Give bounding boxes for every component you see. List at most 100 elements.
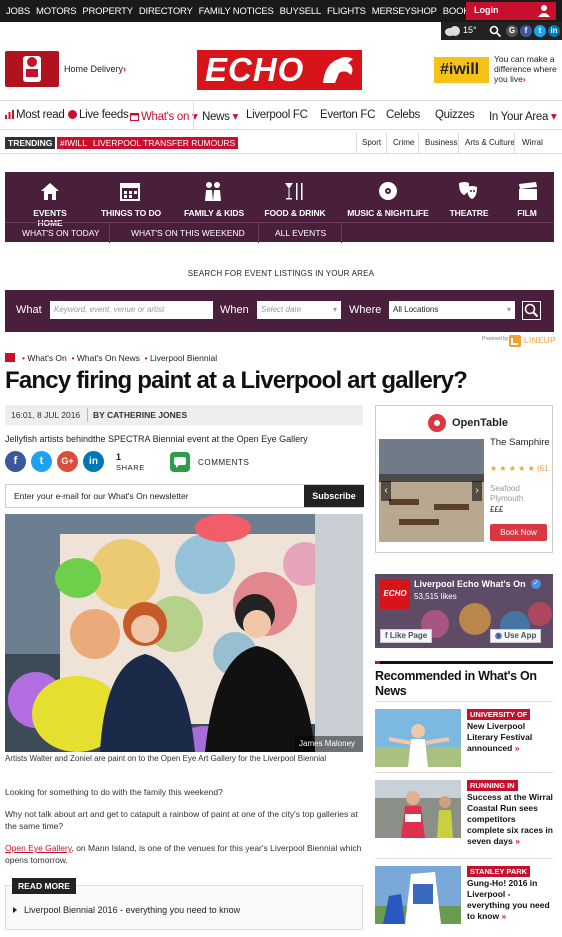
restaurant-rating: ★ ★ ★ ★ ★ (61 [490, 464, 549, 473]
home-delivery-link[interactable]: Home Delivery› [64, 64, 126, 74]
nav-celebs[interactable]: Celebs [386, 109, 420, 121]
quick-link-divider [258, 223, 259, 243]
utility-link-merseyshop[interactable]: MERSEYSHOP [372, 6, 437, 17]
family-kids-link[interactable]: FAMILY & KIDS [178, 208, 250, 218]
nav-live-feeds[interactable]: Live feeds [68, 109, 129, 121]
subnav-sport[interactable]: Sport [362, 138, 381, 147]
open-eye-gallery-link[interactable]: Open Eye Gallery [5, 843, 71, 853]
film-link[interactable]: FILM [507, 208, 547, 218]
where-value: All Locations [393, 305, 439, 314]
breadcrumb-bullet: • [144, 353, 148, 363]
breadcrumb-whats-on-news[interactable]: What's On News [77, 353, 140, 363]
article-byline[interactable]: BY CATHERINE JONES [93, 410, 187, 420]
utility-link-motors[interactable]: MOTORS [36, 6, 77, 17]
nav-whats-on[interactable]: What's on ▾ [130, 109, 198, 123]
google-plus-icon[interactable]: G [506, 25, 518, 37]
chevron-down-icon: ▾ [506, 305, 511, 314]
subnav-wirral[interactable]: Wirral [522, 138, 543, 147]
restaurant-photo[interactable] [379, 439, 484, 542]
utility-link-directory[interactable]: DIRECTORY [139, 6, 193, 17]
utility-link-family-notices[interactable]: FAMILY NOTICES [199, 6, 274, 17]
lineup-logo[interactable]: LINEUP [509, 334, 557, 348]
utility-link-flights[interactable]: FLIGHTS [327, 6, 366, 17]
powered-by-label: Powered by [482, 336, 509, 342]
chevron-right-icon: » [499, 911, 507, 921]
home-delivery-promo-image[interactable] [5, 51, 59, 87]
article-photo[interactable] [5, 514, 363, 752]
search-submit-button[interactable] [522, 301, 541, 320]
nav-quizzes[interactable]: Quizzes [435, 109, 475, 121]
recommended-title-text: Success at the Wirral Coastal Run sees c… [467, 792, 553, 846]
iwill-label: #iwill [440, 61, 480, 78]
echo-logo[interactable]: ECHO [197, 50, 362, 90]
opentable-brand[interactable]: OpenTable [452, 417, 508, 429]
breadcrumb-whats-on[interactable]: What's On [27, 353, 66, 363]
share-linkedin-icon[interactable]: in [83, 451, 104, 472]
twitter-icon[interactable]: t [534, 25, 546, 37]
echo-page-avatar: ECHO [380, 579, 410, 609]
recommended-item[interactable]: UNIVERSITY OF New Liverpool Literary Fes… [375, 709, 555, 769]
share-google-plus-icon[interactable]: G+ [57, 451, 78, 472]
nav-liverpool-fc[interactable]: Liverpool FC [246, 109, 308, 121]
whats-on-this-weekend-link[interactable]: WHAT'S ON THIS WEEKEND [131, 228, 245, 238]
temperature: 15° [463, 25, 477, 35]
restaurant-name[interactable]: The Samphire [490, 437, 550, 448]
whats-on-today-link[interactable]: WHAT'S ON TODAY [22, 228, 100, 238]
trending-tag-transfer-rumours[interactable]: LIVERPOOL TRANSFER RUMOURS [90, 137, 239, 149]
facebook-page-widget[interactable]: ECHO Liverpool Echo What's On ✓ 53,515 l… [375, 574, 553, 648]
search-icon[interactable] [489, 25, 501, 37]
utility-link-jobs[interactable]: JOBS [6, 6, 30, 17]
recommended-tag[interactable]: STANLEY PARK [467, 866, 531, 877]
recommended-item[interactable]: STANLEY PARK Gung-Ho! 2016 in Liverpool … [375, 866, 555, 926]
subscribe-button[interactable]: Subscribe [304, 485, 364, 507]
trending-tag-iwill[interactable]: #IWILL [57, 137, 90, 149]
recommended-tag[interactable]: UNIVERSITY OF [467, 709, 531, 720]
nav-news[interactable]: News ▾ [202, 109, 238, 123]
recommended-tag[interactable]: RUNNING IN [467, 780, 518, 791]
photo-credit: James Maloney [299, 739, 356, 748]
newsletter-email-input[interactable]: Enter your e-mail for our What's On news… [14, 491, 189, 501]
like-page-button[interactable]: f Like Page [380, 629, 433, 643]
food-drink-link[interactable]: FOOD & DRINK [258, 208, 332, 218]
subnav-crime[interactable]: Crime [393, 138, 414, 147]
carousel-next-button[interactable]: › [472, 481, 482, 501]
things-to-do-link[interactable]: THINGS TO DO [98, 208, 164, 218]
breadcrumb-liverpool-biennial[interactable]: Liverpool Biennial [150, 353, 217, 363]
music-nightlife-link[interactable]: MUSIC & NIGHTLIFE [342, 208, 434, 218]
nav-most-read[interactable]: Most read [5, 109, 65, 121]
subnav-arts-culture[interactable]: Arts & Culture [465, 138, 515, 147]
linkedin-icon[interactable]: in [548, 25, 560, 37]
home-icon[interactable] [5, 353, 15, 362]
comments-icon[interactable] [170, 452, 190, 472]
utility-link-buysell[interactable]: BUYSELL [280, 6, 322, 17]
when-date-select[interactable]: Select date ▾ [257, 301, 341, 319]
nav-in-your-area[interactable]: In Your Area ▾ [489, 109, 557, 123]
carousel-prev-button[interactable]: ‹ [381, 481, 391, 501]
triangle-right-icon [13, 907, 17, 913]
nav-everton-fc[interactable]: Everton FC [320, 109, 375, 121]
login-label: Login [474, 5, 499, 15]
comments-link[interactable]: COMMENTS [198, 458, 249, 467]
share-facebook-icon[interactable]: f [5, 451, 26, 472]
all-events-link[interactable]: ALL EVENTS [275, 228, 326, 238]
read-more-link[interactable]: Liverpool Biennial 2016 - everything you… [24, 905, 240, 915]
theatre-link[interactable]: THEATRE [442, 208, 496, 218]
share-twitter-icon[interactable]: t [31, 451, 52, 472]
iwill-tagline[interactable]: You can make a difference where you live… [494, 54, 560, 84]
book-now-button[interactable]: Book Now [490, 524, 547, 541]
recommended-item[interactable]: RUNNING IN Success at the Wirral Coastal… [375, 780, 555, 846]
subnav-business[interactable]: Business [425, 138, 457, 147]
iwill-badge[interactable]: #iwill [434, 57, 489, 83]
share-count: 1 [116, 452, 122, 462]
what-input[interactable]: Keyword, event, venue or artist [50, 301, 213, 319]
use-app-button[interactable]: ◉ Use App [490, 629, 542, 643]
lineup-mark-icon [509, 335, 521, 347]
newsletter-form: Enter your e-mail for our What's On news… [5, 484, 364, 508]
facebook-icon[interactable]: f [520, 25, 532, 37]
restaurant-cuisine: Seafood [490, 484, 520, 493]
article-paragraph-3: Open Eye Gallery, on Mann Island, is one… [5, 842, 363, 866]
utility-link-property[interactable]: PROPERTY [82, 6, 133, 17]
where-location-select[interactable]: All Locations ▾ [389, 301, 515, 319]
login-button[interactable]: Login [466, 2, 556, 20]
facebook-page-name[interactable]: Liverpool Echo What's On [414, 579, 526, 589]
